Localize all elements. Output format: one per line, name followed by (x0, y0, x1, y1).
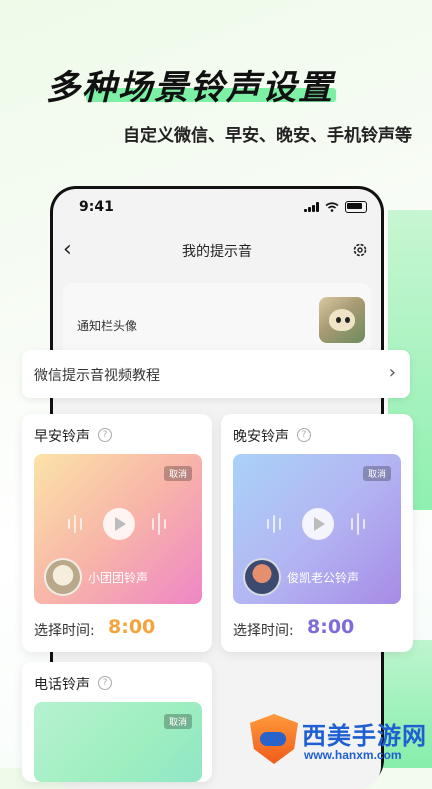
watermark-logo: 西美手游网 www.hanxm.com (248, 714, 432, 768)
page-title: 我的提示音 (182, 244, 252, 260)
ringtone-name: 俊凯老公铃声 (287, 571, 360, 585)
time-label: 选择时间: (233, 623, 294, 639)
help-icon[interactable]: ? (98, 428, 112, 442)
wave-icon (267, 512, 281, 536)
notification-label: 通知栏头像 (77, 319, 138, 333)
time-label: 选择时间: (34, 623, 95, 639)
card-title: 早安铃声 (34, 429, 90, 445)
promo-headline: 多种场景铃声设置 (46, 68, 334, 108)
play-icon[interactable] (103, 508, 135, 540)
card-title: 电话铃声 (34, 677, 90, 693)
cancel-button[interactable]: 取消 (163, 466, 192, 481)
wifi-icon (325, 202, 339, 212)
cancel-button[interactable]: 取消 (362, 466, 391, 481)
wave-icon (68, 512, 82, 536)
phone-ringtone-card[interactable]: 电话铃声 ? 取消 (22, 662, 212, 782)
avatar (243, 558, 281, 596)
tutorial-label: 微信提示音视频教程 (34, 368, 160, 384)
signal-icon (304, 202, 319, 212)
help-icon[interactable]: ? (297, 428, 311, 442)
gear-icon[interactable] (351, 241, 369, 259)
chevron-right-icon: › (388, 362, 396, 383)
avatar (44, 558, 82, 596)
time-value[interactable]: 8:00 (108, 616, 155, 638)
watermark-url: www.hanxm.com (304, 748, 402, 762)
help-icon[interactable]: ? (98, 676, 112, 690)
gamepad-icon (260, 732, 286, 746)
promo-subheadline: 自定义微信、早安、晚安、手机铃声等 (123, 126, 412, 146)
ringtone-player[interactable]: 取消 (34, 702, 202, 782)
status-time: 9:41 (79, 199, 114, 215)
card-title: 晚安铃声 (233, 429, 289, 445)
night-ringtone-card[interactable]: 晚安铃声 ? 取消 俊凯老公铃声 选择时间: 8:00 (221, 414, 413, 652)
ringtone-player[interactable]: 取消 俊凯老公铃声 (233, 454, 401, 604)
video-tutorial-row[interactable]: 微信提示音视频教程 › (22, 350, 410, 398)
cancel-button[interactable]: 取消 (163, 714, 192, 729)
morning-ringtone-card[interactable]: 早安铃声 ? 取消 小团团铃声 选择时间: 8:00 (22, 414, 212, 652)
time-value[interactable]: 8:00 (307, 616, 354, 638)
ringtone-name: 小团团铃声 (88, 571, 149, 585)
status-icons (304, 201, 367, 213)
nav-bar: ‹ 我的提示音 (53, 229, 381, 273)
battery-icon (345, 201, 367, 213)
ringtone-player[interactable]: 取消 小团团铃声 (34, 454, 202, 604)
play-icon[interactable] (302, 508, 334, 540)
wave-icon (351, 512, 365, 536)
watermark-text: 西美手游网 (302, 722, 427, 750)
wave-icon (152, 512, 166, 536)
cat-avatar-image[interactable] (319, 297, 365, 343)
